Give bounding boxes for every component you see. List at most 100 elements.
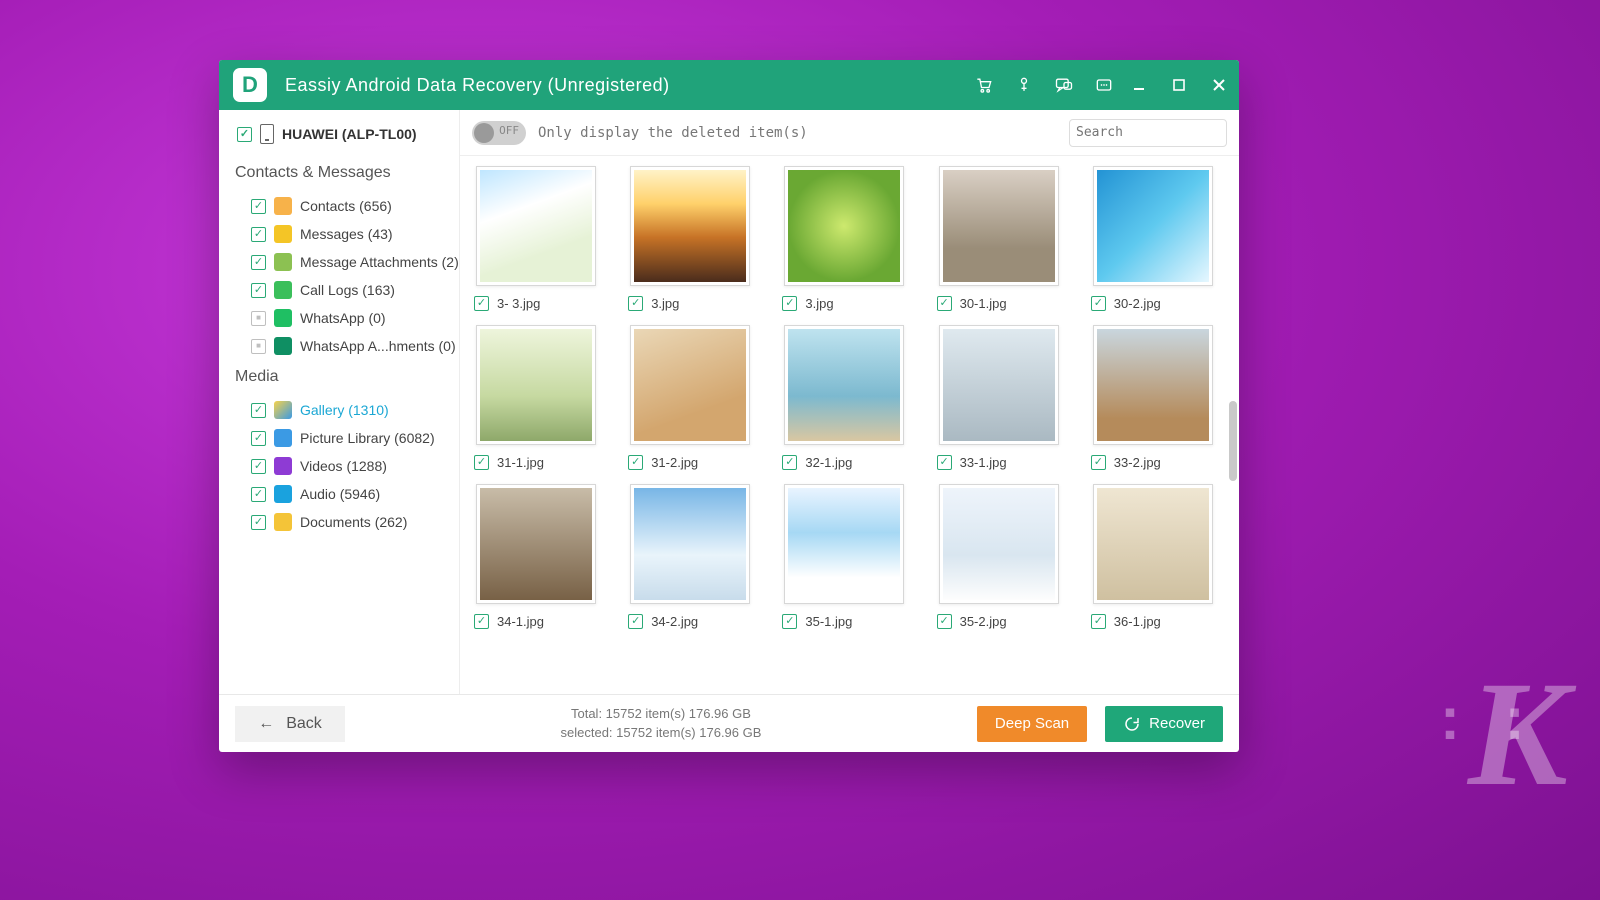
thumb-cell[interactable]: 33-2.jpg — [1087, 325, 1219, 470]
checkbox[interactable] — [251, 515, 266, 530]
thumb-checkbox[interactable] — [937, 614, 952, 629]
thumb-cell[interactable]: 31-2.jpg — [624, 325, 756, 470]
arrow-left-icon: ← — [258, 715, 274, 733]
thumb-checkbox[interactable] — [782, 614, 797, 629]
sidebar: HUAWEI (ALP-TL00) Contacts & Messages Co… — [219, 110, 459, 694]
search-box[interactable] — [1069, 119, 1227, 147]
recover-button[interactable]: Recover — [1105, 706, 1223, 742]
thumb-cell[interactable]: 34-1.jpg — [470, 484, 602, 629]
sidebar-item-call-logs[interactable]: Call Logs (163) — [237, 276, 449, 304]
deleted-only-toggle[interactable]: OFF — [472, 121, 526, 145]
gallery-icon — [274, 401, 292, 419]
sidebar-item-messages[interactable]: Messages (43) — [237, 220, 449, 248]
sidebar-item-whatsapp[interactable]: WhatsApp (0) — [237, 304, 449, 332]
app-title: Eassiy Android Data Recovery (Unregister… — [285, 75, 670, 96]
checkbox[interactable] — [251, 255, 266, 270]
thumb-cell[interactable]: 3- 3.jpg — [470, 166, 602, 311]
thumb-cell[interactable]: 36-1.jpg — [1087, 484, 1219, 629]
feedback-icon[interactable] — [1053, 74, 1075, 96]
checkbox[interactable] — [251, 339, 266, 354]
sidebar-item-label: Contacts (656) — [300, 198, 392, 214]
thumb-checkbox[interactable] — [628, 614, 643, 629]
sidebar-item-label: Picture Library (6082) — [300, 430, 435, 446]
toggle-knob — [474, 123, 494, 143]
minimize-button[interactable] — [1129, 75, 1149, 95]
sidebar-item-label: Videos (1288) — [300, 458, 387, 474]
checkbox[interactable] — [251, 459, 266, 474]
picture-library-icon — [274, 429, 292, 447]
checkbox[interactable] — [251, 487, 266, 502]
thumb-checkbox[interactable] — [937, 296, 952, 311]
sidebar-item-documents[interactable]: Documents (262) — [237, 508, 449, 536]
thumb-filename: 3.jpg — [651, 296, 679, 311]
thumb-checkbox[interactable] — [1091, 296, 1106, 311]
thumb-checkbox[interactable] — [474, 296, 489, 311]
thumb-checkbox[interactable] — [628, 296, 643, 311]
deep-scan-button[interactable]: Deep Scan — [977, 706, 1087, 742]
thumb-filename: 30-2.jpg — [1114, 296, 1161, 311]
thumb-cell[interactable]: 3.jpg — [624, 166, 756, 311]
checkbox[interactable] — [251, 227, 266, 242]
checkbox[interactable] — [251, 311, 266, 326]
thumb-cell[interactable]: 35-2.jpg — [933, 484, 1065, 629]
device-checkbox[interactable] — [237, 127, 252, 142]
cart-icon[interactable] — [973, 74, 995, 96]
sidebar-item-videos[interactable]: Videos (1288) — [237, 452, 449, 480]
checkbox[interactable] — [251, 283, 266, 298]
sidebar-item-label: Documents (262) — [300, 514, 407, 530]
main-pane: OFF Only display the deleted item(s) 3- … — [459, 110, 1239, 694]
thumb-checkbox[interactable] — [1091, 455, 1106, 470]
toggle-state: OFF — [499, 124, 519, 137]
thumb-filename: 33-2.jpg — [1114, 455, 1161, 470]
phone-icon — [260, 124, 274, 144]
thumb-checkbox[interactable] — [782, 455, 797, 470]
messages-icon — [274, 225, 292, 243]
scrollbar-thumb[interactable] — [1229, 401, 1237, 481]
sidebar-item-label: Audio (5946) — [300, 486, 380, 502]
thumb-cell[interactable]: 30-2.jpg — [1087, 166, 1219, 311]
thumb-cell[interactable]: 33-1.jpg — [933, 325, 1065, 470]
attachments-icon — [274, 253, 292, 271]
title-bar: D Eassiy Android Data Recovery (Unregist… — [219, 60, 1239, 110]
thumbnail-grid: 3- 3.jpg 3.jpg 3.jpg 30-1.jpg 30-2.jpg 3… — [460, 156, 1239, 639]
checkbox[interactable] — [251, 199, 266, 214]
thumb-cell[interactable]: 31-1.jpg — [470, 325, 602, 470]
recover-icon — [1123, 715, 1141, 733]
back-button[interactable]: ← Back — [235, 706, 345, 742]
thumb-filename: 32-1.jpg — [805, 455, 852, 470]
footer-stats: Total: 15752 item(s) 176.96 GB selected:… — [363, 705, 959, 741]
thumb-cell[interactable]: 34-2.jpg — [624, 484, 756, 629]
thumb-cell[interactable]: 32-1.jpg — [778, 325, 910, 470]
thumb-checkbox[interactable] — [1091, 614, 1106, 629]
sidebar-item-gallery[interactable]: Gallery (1310) — [237, 396, 449, 424]
thumb-filename: 31-1.jpg — [497, 455, 544, 470]
thumb-cell[interactable]: 3.jpg — [778, 166, 910, 311]
checkbox[interactable] — [251, 403, 266, 418]
recover-label: Recover — [1149, 715, 1205, 732]
sidebar-item-whatsapp-attachments[interactable]: WhatsApp A...hments (0) — [237, 332, 449, 360]
total-line: Total: 15752 item(s) 176.96 GB — [363, 705, 959, 723]
device-row[interactable]: HUAWEI (ALP-TL00) — [237, 124, 449, 144]
scrollbar[interactable] — [1227, 156, 1237, 694]
sidebar-item-picture-library[interactable]: Picture Library (6082) — [237, 424, 449, 452]
deleted-hint-text: Only display the deleted item(s) — [538, 125, 808, 141]
thumb-cell[interactable]: 30-1.jpg — [933, 166, 1065, 311]
sidebar-item-audio[interactable]: Audio (5946) — [237, 480, 449, 508]
close-button[interactable] — [1209, 75, 1229, 95]
watermark: : :K — [1468, 648, 1560, 820]
thumb-checkbox[interactable] — [782, 296, 797, 311]
thumb-checkbox[interactable] — [474, 455, 489, 470]
thumb-checkbox[interactable] — [474, 614, 489, 629]
thumb-cell[interactable]: 35-1.jpg — [778, 484, 910, 629]
whatsapp-attach-icon — [274, 337, 292, 355]
search-input[interactable] — [1076, 125, 1239, 140]
thumb-checkbox[interactable] — [628, 455, 643, 470]
checkbox[interactable] — [251, 431, 266, 446]
sidebar-item-msg-attachments[interactable]: Message Attachments (2) — [237, 248, 449, 276]
menu-icon[interactable] — [1093, 74, 1115, 96]
key-icon[interactable] — [1013, 74, 1035, 96]
thumb-checkbox[interactable] — [937, 455, 952, 470]
maximize-button[interactable] — [1169, 75, 1189, 95]
sidebar-item-contacts[interactable]: Contacts (656) — [237, 192, 449, 220]
contacts-icon — [274, 197, 292, 215]
